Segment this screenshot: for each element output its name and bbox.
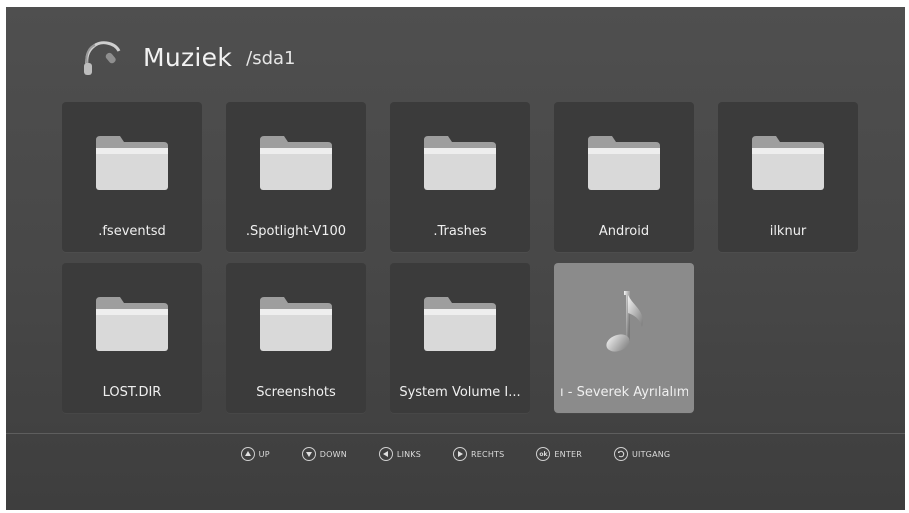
folder-tile-lost-dir[interactable]: LOST.DIR <box>62 263 202 413</box>
hint-left-label: LINKS <box>396 449 422 459</box>
hint-right-label: RECHTS <box>471 449 505 459</box>
header: Muziek /sda1 <box>79 37 296 77</box>
folder-icon <box>752 136 824 190</box>
tile-label: LOST.DIR <box>102 385 162 400</box>
folder-icon <box>96 297 168 351</box>
folder-tile-spotlight[interactable]: .Spotlight-V100 <box>226 102 366 252</box>
tile-label: Screenshots <box>256 385 336 400</box>
right-arrow-icon <box>453 447 468 461</box>
hint-left: LINKS <box>378 443 422 465</box>
folder-icon <box>424 136 496 190</box>
folder-tile-ilknur[interactable]: ilknur <box>718 102 858 252</box>
hint-down: DOWN <box>301 443 347 465</box>
tile-label: .Spotlight-V100 <box>245 224 347 239</box>
tile-label: System Volume I... <box>399 385 521 400</box>
hint-down-label: DOWN <box>319 449 347 459</box>
tile-label: .Trashes <box>433 224 487 239</box>
up-arrow-icon <box>240 447 255 461</box>
folder-tile-trashes[interactable]: .Trashes <box>390 102 530 252</box>
folder-tile-system-volume[interactable]: System Volume I... <box>390 263 530 413</box>
tile-label: ı - Severek Ayrılalım <box>560 385 688 400</box>
music-note-icon <box>606 291 643 352</box>
folder-tile-fseventsd[interactable]: .fseventsd <box>62 102 202 252</box>
hint-exit: UITGANG <box>613 443 671 465</box>
hint-up: UP <box>240 443 270 465</box>
headphones-icon <box>84 41 121 75</box>
folder-icon <box>260 297 332 351</box>
folder-icon <box>96 136 168 190</box>
hint-enter-label: ENTER <box>554 449 582 459</box>
hint-right: RECHTS <box>453 443 504 465</box>
folder-icon <box>424 297 496 351</box>
tile-label: .fseventsd <box>98 224 166 239</box>
tile-label: Android <box>598 224 650 239</box>
folder-tile-android[interactable]: Android <box>554 102 694 252</box>
ok-button-icon: ok <box>536 447 551 461</box>
hint-enter: ok ENTER <box>536 443 582 465</box>
hint-up-label: UP <box>258 449 270 459</box>
folder-icon <box>260 136 332 190</box>
music-browser-screen: Muziek /sda1 .fseventsd .Spotlight-V100 … <box>6 7 905 510</box>
tile-label: ilknur <box>769 224 807 239</box>
footer-divider <box>6 433 905 434</box>
folder-icon <box>588 136 660 190</box>
hint-exit-label: UITGANG <box>631 449 671 459</box>
music-file-tile[interactable]: ı - Severek Ayrılalım <box>554 263 694 413</box>
folder-tile-screenshots[interactable]: Screenshots <box>226 263 366 413</box>
current-path: /sda1 <box>246 48 296 69</box>
down-arrow-icon <box>301 447 316 461</box>
back-icon <box>613 447 628 461</box>
footer-hints: UP DOWN LINKS RECHTS ok ENTER UITGANG <box>6 443 905 465</box>
left-arrow-icon <box>378 447 393 461</box>
ok-glyph: ok <box>539 450 548 458</box>
page-title: Muziek <box>143 42 233 72</box>
